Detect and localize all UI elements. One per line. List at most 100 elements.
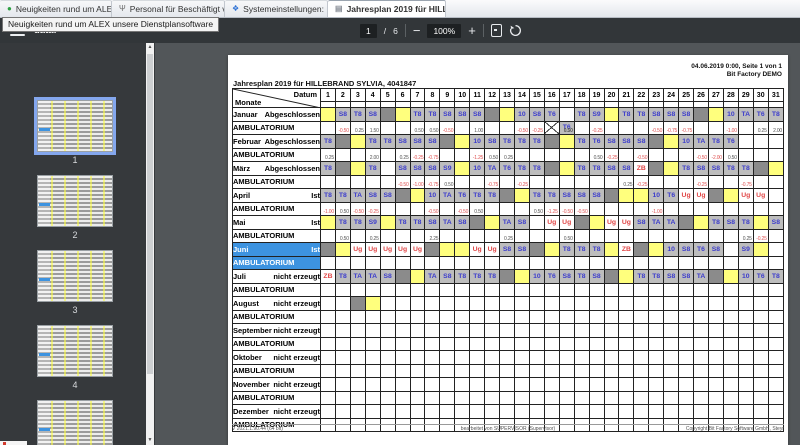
amb-row-label[interactable]: AMBULATORIUM [232, 120, 321, 135]
month-name: Juli [233, 271, 246, 281]
amb-cell [558, 336, 575, 351]
amb-cell [752, 390, 769, 405]
amb-cell: -0.75 [737, 174, 754, 189]
month-name: März [233, 163, 251, 173]
month-row-label[interactable]: Januar Abgeschlossen [232, 107, 321, 122]
amb-cell [454, 174, 471, 189]
browser-tab[interactable]: ●Neuigkeiten rund um ALEX unser... [0, 0, 112, 17]
amb-row-label[interactable]: AMBULATORIUM [232, 336, 321, 351]
zoom-level[interactable]: 100% [427, 23, 462, 38]
amb-hours-value: -0.50 [338, 128, 349, 134]
amb-cell [603, 363, 620, 378]
day-cell [767, 404, 785, 419]
amb-cell [454, 282, 471, 297]
day-cell: T8 [648, 269, 665, 284]
zoom-out-button[interactable]: − [413, 24, 421, 37]
day-cell: S8 [707, 161, 724, 176]
browser-tab[interactable]: ▤Jahresplan 2019 für HILLEBRAN... [328, 0, 446, 17]
amb-row-label[interactable]: AMBULATORIUM [232, 363, 321, 378]
day-cell [334, 161, 351, 176]
amb-cell: 0.25 [618, 174, 635, 189]
amb-cell [722, 363, 739, 378]
day-cell [409, 350, 426, 365]
browser-tab[interactable]: ❖Systemeinstellungen: Bit Factory ... [225, 0, 328, 17]
day-header-cell: 6 [394, 88, 411, 102]
page-thumbnail-number: 3 [72, 305, 78, 315]
day-header-cell: 12 [484, 88, 501, 102]
amb-cell [767, 336, 785, 351]
month-row-label[interactable]: Februar Abgeschlossen [232, 134, 321, 149]
day-cell [752, 377, 769, 392]
amb-cell [648, 282, 665, 297]
day-cell [663, 377, 680, 392]
page-thumbnail[interactable] [37, 325, 113, 377]
day-cell: T6 [693, 242, 709, 257]
scroll-up-icon[interactable]: ▲ [146, 43, 154, 52]
month-row-label[interactable]: September nicht erzeugt [232, 323, 321, 338]
amb-cell: -0.25 [528, 120, 545, 135]
amb-cell: -0.50 [693, 147, 709, 162]
amb-cell [439, 390, 456, 405]
month-row-label[interactable]: März Abgeschlossen [232, 161, 321, 176]
day-cell [543, 296, 560, 311]
amb-hours-value: -0.75 [487, 182, 499, 188]
amb-hours-value: -0.75 [666, 128, 678, 134]
amb-row-label[interactable]: AMBULATORIUM [232, 174, 321, 189]
document-info-line2: Bit Factory DEMO [726, 71, 782, 78]
page-thumbnail[interactable] [37, 175, 113, 227]
month-row-label[interactable]: Juni Ist [232, 242, 321, 257]
amb-row-label[interactable]: AMBULATORIUM [232, 228, 321, 243]
amb-hours-value: -0.50 [577, 209, 588, 215]
day-cell [439, 323, 456, 338]
amb-cell [618, 147, 635, 162]
month-row-label[interactable]: Juli nicht erzeugt [232, 269, 321, 284]
amb-row-label[interactable]: AMBULATORIUM [232, 390, 321, 405]
amb-cell [663, 309, 680, 324]
sidebar-scrollbar[interactable]: ▲ ▼ [146, 43, 154, 445]
month-row-label[interactable]: Mai Ist [232, 215, 321, 230]
day-cell [737, 323, 754, 338]
scroll-down-icon[interactable]: ▼ [146, 436, 154, 445]
month-row-label[interactable]: Oktober nicht erzeugt [232, 350, 321, 365]
amb-cell [394, 390, 411, 405]
day-cell [543, 242, 560, 257]
rotate-icon[interactable] [509, 24, 522, 37]
amb-row-label[interactable]: AMBULATORIUM [232, 282, 321, 297]
month-name: Mai [233, 217, 246, 227]
amb-cell [394, 309, 411, 324]
day-cell [767, 134, 785, 149]
scrollbar-thumb[interactable] [147, 54, 153, 374]
day-cell: S8 [633, 134, 650, 149]
month-row-label[interactable]: November nicht erzeugt [232, 377, 321, 392]
amb-row-label[interactable]: AMBULATORIUM [232, 201, 321, 216]
amb-cell [722, 309, 739, 324]
amb-cell [737, 120, 754, 135]
document-info-line1: 04.06.2019 0:00, Seite 1 von 1 [691, 63, 782, 70]
amb-cell [648, 363, 665, 378]
day-cell: S8 [513, 242, 530, 257]
fit-page-icon[interactable] [490, 24, 502, 37]
amb-hours-value: 0.50 [593, 155, 603, 161]
page-number-input[interactable]: 1 [360, 23, 377, 38]
month-row-label[interactable]: August nicht erzeugt [232, 296, 321, 311]
day-cell [349, 350, 366, 365]
page-thumbnail[interactable] [37, 250, 113, 302]
page-thumbnail[interactable] [37, 400, 113, 445]
amb-cell [752, 147, 769, 162]
month-row-label[interactable]: April Ist [232, 188, 321, 203]
amb-row-label[interactable]: AMBULATORIUM [232, 309, 321, 324]
month-row-label[interactable]: Dezember nicht erzeugt [232, 404, 321, 419]
day-cell: S9 [737, 242, 754, 257]
amb-row-label[interactable]: AMBULATORIUM [232, 255, 321, 270]
zoom-in-button[interactable]: + [468, 24, 476, 37]
amb-cell [573, 147, 590, 162]
amb-row-label[interactable]: AMBULATORIUM [232, 147, 321, 162]
viewer-content[interactable]: 04.06.2019 0:00, Seite 1 von 1 Bit Facto… [155, 43, 800, 445]
day-cell: Ug [394, 242, 411, 257]
page-thumbnail[interactable] [34, 97, 116, 155]
browser-tab[interactable]: ΨPersonal für Beschäftigt von/bis [112, 0, 225, 17]
amb-cell [469, 309, 486, 324]
page-separator: / [383, 25, 387, 36]
tab-tooltip: Neuigkeiten rund um ALEX unsere Dienstpl… [2, 17, 220, 32]
amb-cell [484, 309, 501, 324]
